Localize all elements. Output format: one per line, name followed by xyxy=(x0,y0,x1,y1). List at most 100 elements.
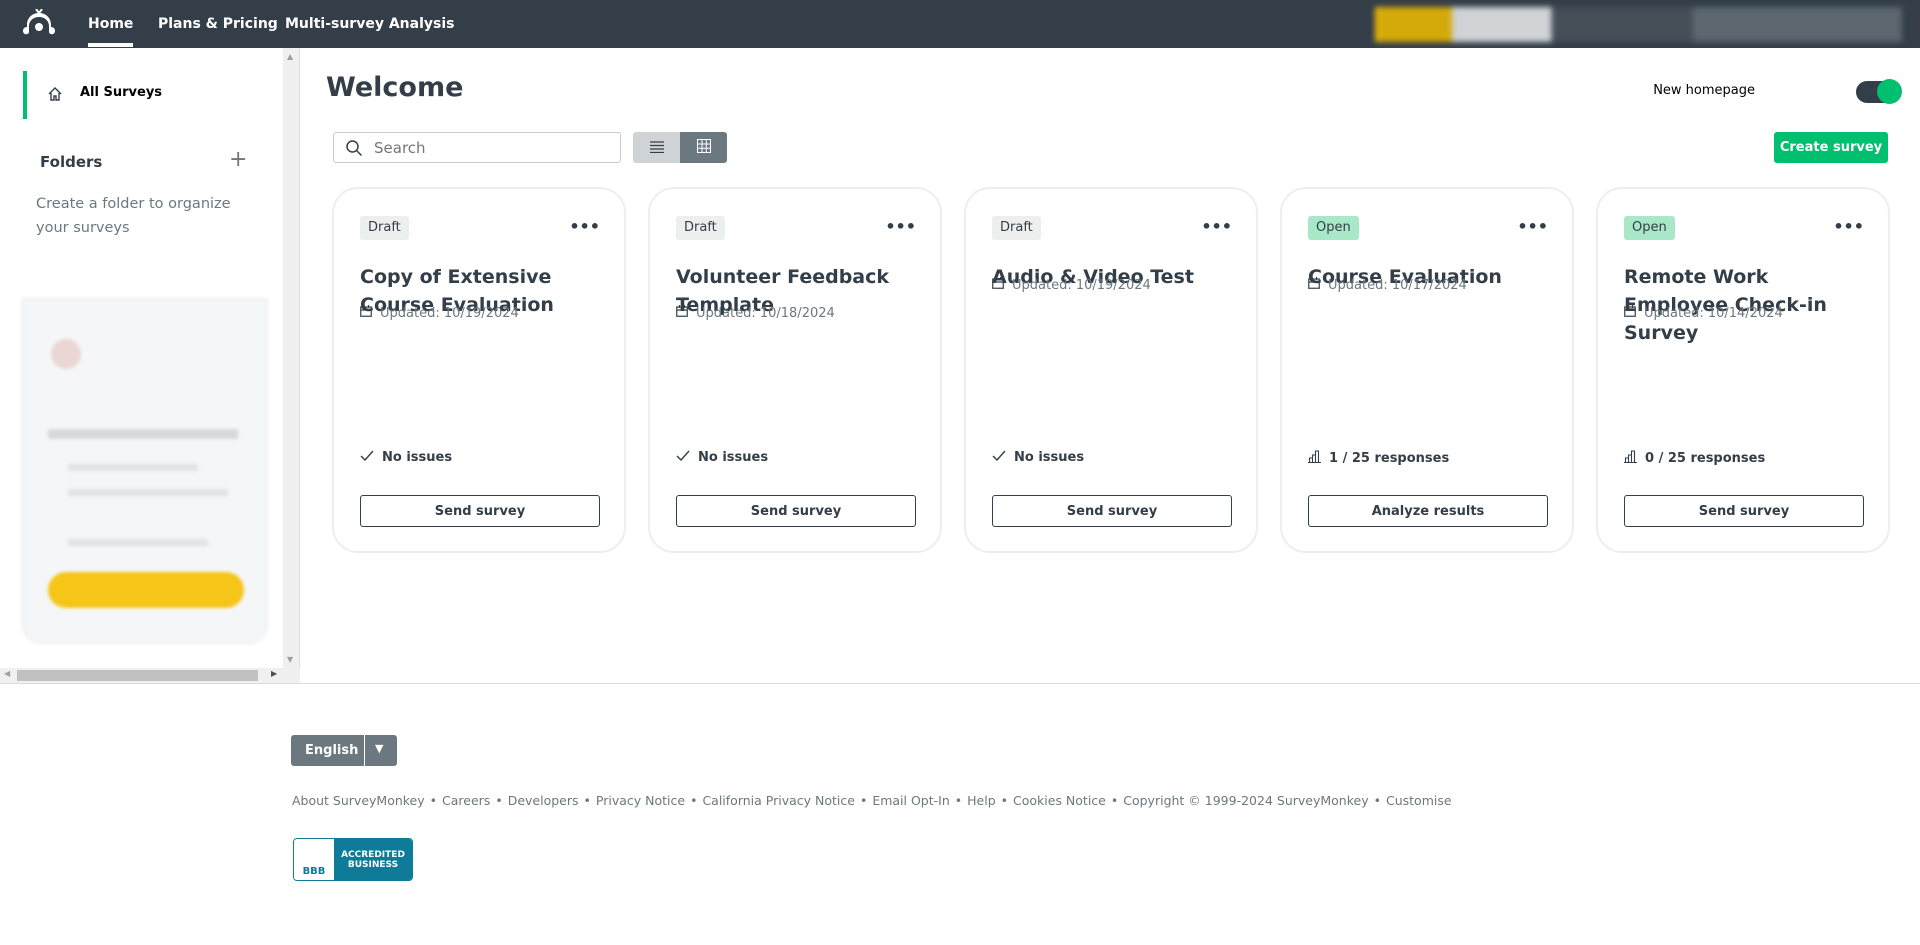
language-select[interactable]: English ▼ xyxy=(291,735,397,766)
survey-info-text: No issues xyxy=(1014,450,1085,465)
footer-link: Copyright © 1999-2024 SurveyMonkey xyxy=(1123,793,1369,808)
new-homepage-label: New homepage xyxy=(1653,83,1755,98)
check-icon xyxy=(676,450,690,465)
list-view-button[interactable] xyxy=(633,132,680,163)
footer-link[interactable]: California Privacy Notice xyxy=(702,793,855,808)
card-action-button[interactable]: Send survey xyxy=(360,495,600,527)
updated-date: Updated: 10/19/2024 xyxy=(360,305,519,321)
link-separator: • xyxy=(429,793,438,808)
check-icon xyxy=(992,450,1006,465)
survey-card[interactable]: Draft ••• Volunteer Feedback Template Up… xyxy=(648,187,942,553)
status-badge: Draft xyxy=(992,216,1041,240)
survey-info-text: 1 / 25 responses xyxy=(1329,451,1450,466)
calendar-icon xyxy=(360,305,372,321)
survey-info: No issues xyxy=(676,450,768,465)
link-separator: • xyxy=(583,793,591,808)
sidebar-horizontal-scrollbar[interactable]: ◀ ▶ xyxy=(0,668,300,683)
home-icon xyxy=(47,86,63,106)
chevron-down-icon: ▼ xyxy=(375,742,384,755)
calendar-icon xyxy=(1624,305,1636,321)
grid-view-button[interactable] xyxy=(680,132,727,163)
nav-plans-pricing[interactable]: Plans & Pricing xyxy=(158,0,278,48)
survey-card[interactable]: Open ••• Course Evaluation Updated: 10/1… xyxy=(1280,187,1574,553)
status-badge: Draft xyxy=(676,216,725,240)
bar-chart-icon xyxy=(1624,450,1637,467)
search-input[interactable] xyxy=(374,138,604,158)
search-field[interactable] xyxy=(333,132,621,163)
more-options-icon[interactable]: ••• xyxy=(1201,217,1232,236)
card-action-button[interactable]: Analyze results xyxy=(1308,495,1548,527)
updated-text: Updated: 10/19/2024 xyxy=(1012,277,1151,293)
link-separator: • xyxy=(859,793,868,808)
updated-date: Updated: 10/14/2024 xyxy=(1624,305,1783,321)
new-homepage-toggle[interactable] xyxy=(1856,79,1902,104)
account-controls-blurred[interactable] xyxy=(1375,7,1902,42)
bar-chart-icon xyxy=(1308,450,1321,467)
footer-link[interactable]: Careers xyxy=(442,793,490,808)
survey-info-text: 0 / 25 responses xyxy=(1645,451,1766,466)
footer-link[interactable]: Customise xyxy=(1386,793,1452,808)
card-action-button[interactable]: Send survey xyxy=(1624,495,1864,527)
updated-date: Updated: 10/17/2024 xyxy=(1308,277,1467,293)
updated-date: Updated: 10/18/2024 xyxy=(676,305,835,321)
survey-info: No issues xyxy=(360,450,452,465)
page-title: Welcome xyxy=(326,72,464,103)
folders-hint: Create a folder to organize your surveys xyxy=(36,196,231,236)
link-separator: • xyxy=(495,793,503,808)
updated-text: Updated: 10/17/2024 xyxy=(1328,277,1467,293)
nav-home[interactable]: Home xyxy=(88,0,134,48)
check-icon xyxy=(360,450,374,465)
footer-link[interactable]: About SurveyMonkey xyxy=(292,793,425,808)
footer-link[interactable]: Developers xyxy=(508,793,579,808)
survey-card[interactable]: Open ••• Remote Work Employee Check-in S… xyxy=(1596,187,1890,553)
bbb-accredited-logo[interactable]: BBB ACCREDITED BUSINESS xyxy=(293,838,413,881)
folders-heading: Folders xyxy=(40,153,103,171)
add-folder-button[interactable]: + xyxy=(229,149,247,171)
updated-text: Updated: 10/19/2024 xyxy=(380,305,519,321)
grid-icon xyxy=(696,138,711,157)
footer-link[interactable]: Email Opt-In xyxy=(872,793,949,808)
survey-info: 1 / 25 responses xyxy=(1308,450,1449,467)
sidebar-item-all-surveys[interactable]: All Surveys xyxy=(23,71,281,119)
calendar-icon xyxy=(992,277,1004,293)
language-label: English xyxy=(305,743,359,758)
link-separator: • xyxy=(954,793,963,808)
link-separator: • xyxy=(1373,793,1381,808)
more-options-icon[interactable]: ••• xyxy=(569,217,600,236)
survey-info: 0 / 25 responses xyxy=(1624,450,1765,467)
calendar-icon xyxy=(1308,277,1320,293)
updated-date: Updated: 10/19/2024 xyxy=(992,277,1151,293)
footer-link[interactable]: Help xyxy=(967,793,996,808)
sidebar-item-label: All Surveys xyxy=(80,85,163,100)
promo-card-blurred xyxy=(22,298,268,644)
link-separator: • xyxy=(690,793,698,808)
create-survey-button[interactable]: Create survey xyxy=(1774,132,1888,163)
status-badge: Draft xyxy=(360,216,409,240)
status-badge: Open xyxy=(1624,216,1675,240)
calendar-icon xyxy=(676,305,688,321)
more-options-icon[interactable]: ••• xyxy=(1517,217,1548,236)
status-badge: Open xyxy=(1308,216,1359,240)
survey-info-text: No issues xyxy=(698,450,769,465)
survey-info: No issues xyxy=(992,450,1084,465)
footer-link[interactable]: Cookies Notice xyxy=(1013,793,1106,808)
survey-card[interactable]: Draft ••• Audio & Video Test Updated: 10… xyxy=(964,187,1258,553)
search-icon xyxy=(345,139,363,161)
more-options-icon[interactable]: ••• xyxy=(885,217,916,236)
nav-multi-survey-analysis[interactable]: Multi-survey Analysis xyxy=(285,0,454,48)
footer-divider xyxy=(0,683,1920,684)
survey-card[interactable]: Draft ••• Copy of Extensive Course Evalu… xyxy=(332,187,626,553)
link-separator: • xyxy=(1000,793,1009,808)
surveymonkey-logo-icon[interactable] xyxy=(22,8,56,41)
card-action-button[interactable]: Send survey xyxy=(676,495,916,527)
updated-text: Updated: 10/14/2024 xyxy=(1644,305,1783,321)
top-navigation-bar: Home Plans & Pricing Multi-survey Analys… xyxy=(0,0,1920,48)
card-action-button[interactable]: Send survey xyxy=(992,495,1232,527)
survey-info-text: No issues xyxy=(382,450,453,465)
updated-text: Updated: 10/18/2024 xyxy=(696,305,835,321)
more-options-icon[interactable]: ••• xyxy=(1833,217,1864,236)
footer-link[interactable]: Privacy Notice xyxy=(596,793,685,808)
footer-links: About SurveyMonkey • Careers • Developers • Pr… xyxy=(292,793,1452,808)
link-separator: • xyxy=(1110,793,1119,808)
sidebar-vertical-scrollbar[interactable]: ▲ ▼ xyxy=(283,48,300,668)
